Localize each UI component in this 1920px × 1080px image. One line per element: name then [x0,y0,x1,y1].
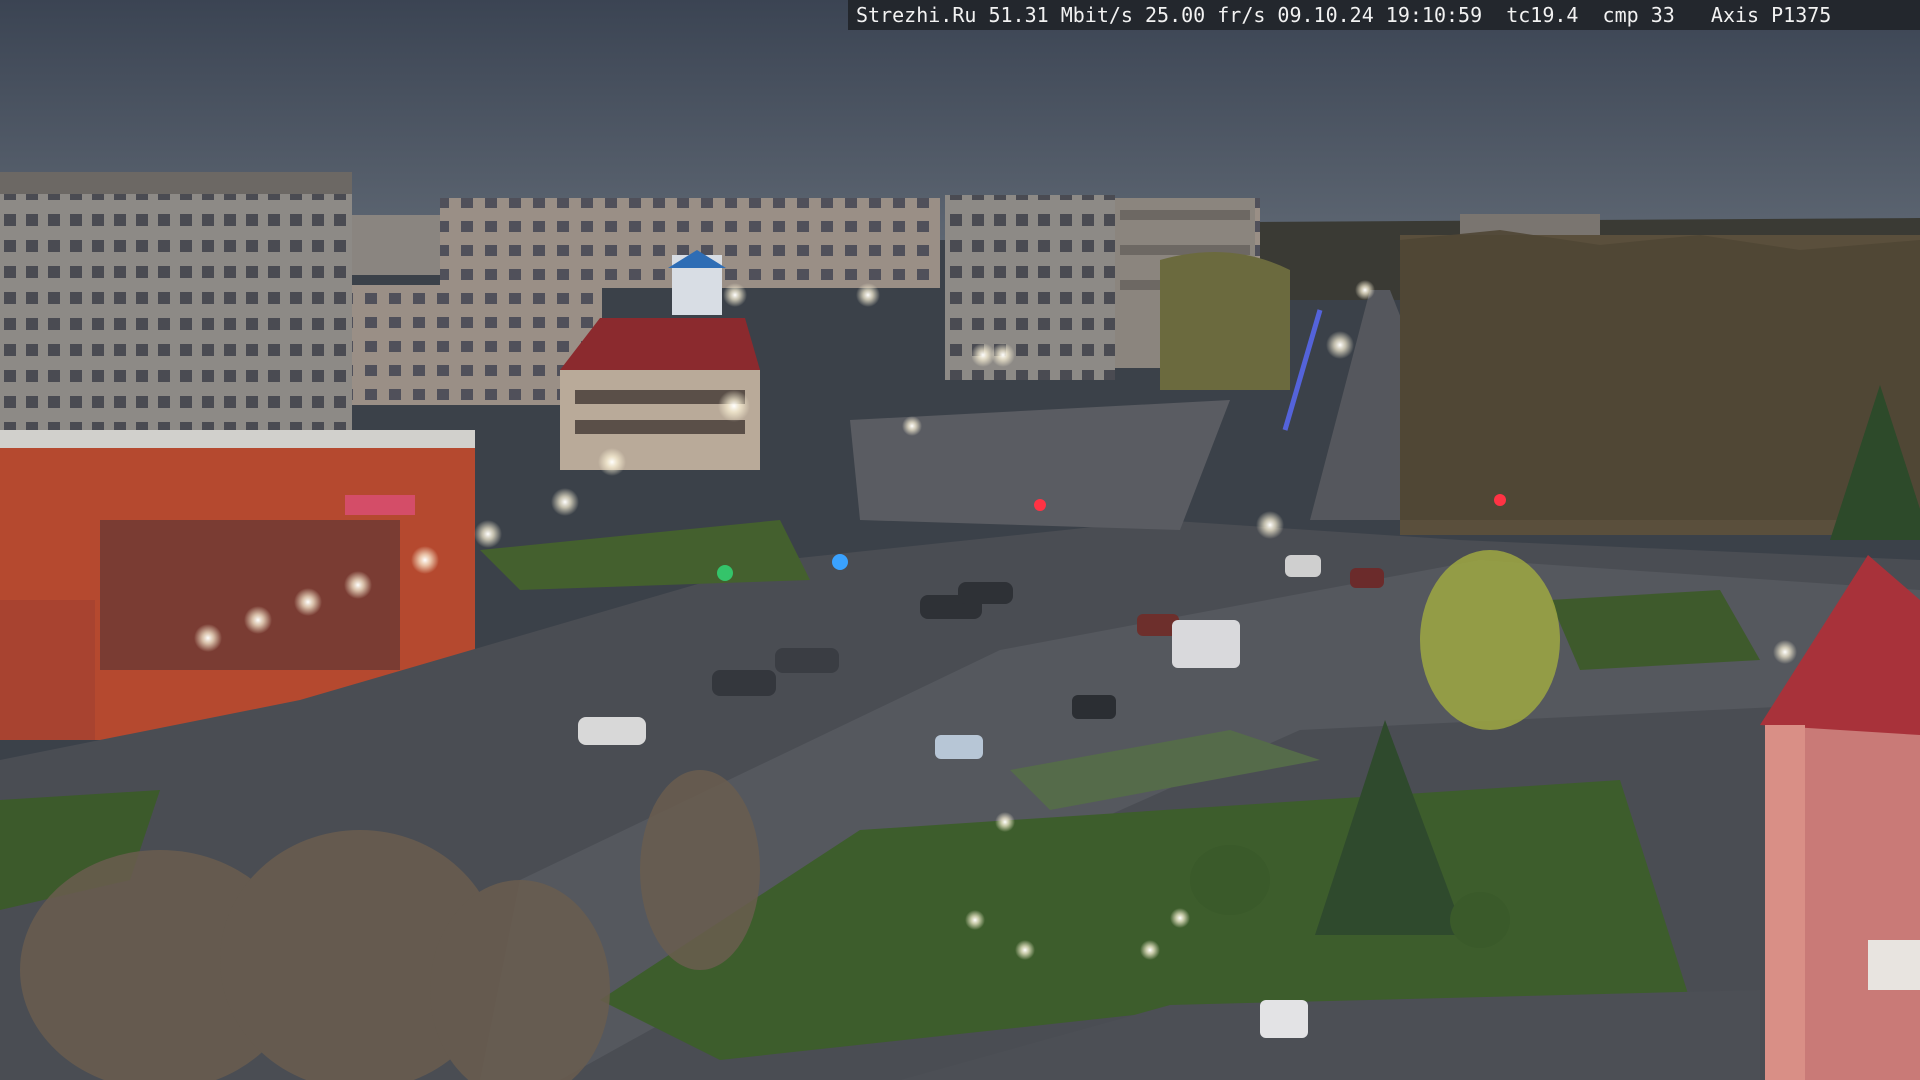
central-trees [1160,252,1290,390]
far-building-1 [350,215,450,275]
grass-square [480,520,810,590]
webcam-frame: Strezhi.Ru 51.31 Mbit/s 25.00 fr/s 09.10… [0,0,1920,1080]
holiday-lights [1282,309,1323,431]
camera-overlay-text: Strezhi.Ru 51.31 Mbit/s 25.00 fr/s 09.10… [848,0,1920,30]
central-tower [945,195,1115,380]
city-street-scene [0,0,1920,1080]
